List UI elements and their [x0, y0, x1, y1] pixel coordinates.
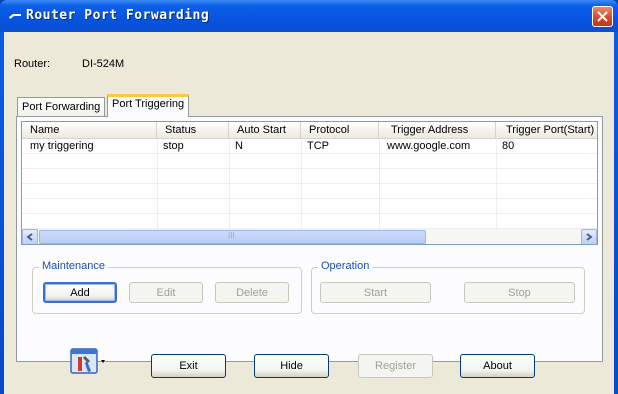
- column-header-trigger-port-start[interactable]: Trigger Port(Start): [496, 122, 597, 139]
- exit-button[interactable]: Exit: [151, 354, 226, 378]
- title-bar[interactable]: Router Port Forwarding: [0, 0, 618, 32]
- column-header-name[interactable]: Name: [22, 122, 157, 139]
- horizontal-scrollbar[interactable]: III: [22, 228, 597, 244]
- close-icon: [597, 11, 608, 22]
- hide-button[interactable]: Hide: [254, 354, 329, 378]
- app-window: Router Port Forwarding Router: DI-524M P…: [0, 0, 618, 394]
- maintenance-group: Maintenance Add Edit Delete: [32, 260, 302, 314]
- cell-protocol: TCP: [307, 140, 329, 152]
- start-button[interactable]: Start: [320, 282, 431, 303]
- client-area: Router: DI-524M Port Forwarding Port Tri…: [4, 32, 614, 394]
- empty-row: [22, 199, 597, 214]
- empty-row: [22, 154, 597, 169]
- operation-group: Operation Start Stop: [311, 260, 585, 314]
- tab-port-forwarding[interactable]: Port Forwarding: [17, 97, 106, 117]
- list-header: Name Status Auto Start Protocol Trigger …: [22, 122, 597, 139]
- router-model: DI-524M: [82, 58, 125, 70]
- cell-name: my triggering: [30, 140, 94, 152]
- scroll-right-button[interactable]: [581, 229, 597, 244]
- about-button[interactable]: About: [460, 354, 535, 378]
- table-row[interactable]: my triggering stop N TCP www.google.com …: [22, 139, 597, 154]
- empty-row: [22, 169, 597, 184]
- window-title: Router Port Forwarding: [26, 8, 210, 23]
- port-triggering-panel: Name Status Auto Start Protocol Trigger …: [16, 116, 603, 362]
- app-icon: [9, 14, 21, 19]
- column-header-status[interactable]: Status: [157, 122, 229, 139]
- tools-icon[interactable]: [70, 347, 106, 377]
- scroll-grip: III: [228, 231, 235, 240]
- cell-trigger-port: 80: [502, 140, 515, 152]
- operation-title: Operation: [318, 260, 373, 272]
- delete-button[interactable]: Delete: [215, 282, 289, 303]
- cell-trigger-address: www.google.com: [387, 140, 471, 152]
- scroll-left-button[interactable]: [22, 229, 38, 244]
- edit-button[interactable]: Edit: [129, 282, 203, 303]
- tab-port-triggering[interactable]: Port Triggering: [107, 94, 190, 117]
- cell-auto-start: N: [235, 140, 243, 152]
- column-header-protocol[interactable]: Protocol: [301, 122, 379, 139]
- close-button[interactable]: [592, 6, 613, 27]
- column-header-auto-start[interactable]: Auto Start: [229, 122, 301, 139]
- empty-row: [22, 184, 597, 199]
- column-header-trigger-address[interactable]: Trigger Address: [379, 122, 496, 139]
- chevron-left-icon: [26, 233, 33, 241]
- router-label: Router:: [14, 58, 51, 70]
- cell-status: stop: [163, 140, 184, 152]
- maintenance-title: Maintenance: [39, 260, 108, 272]
- scroll-thumb[interactable]: III: [39, 230, 426, 244]
- stop-button[interactable]: Stop: [464, 282, 575, 303]
- add-button[interactable]: Add: [43, 282, 117, 303]
- register-button[interactable]: Register: [358, 354, 433, 378]
- chevron-right-icon: [586, 233, 593, 241]
- trigger-list[interactable]: Name Status Auto Start Protocol Trigger …: [21, 121, 598, 245]
